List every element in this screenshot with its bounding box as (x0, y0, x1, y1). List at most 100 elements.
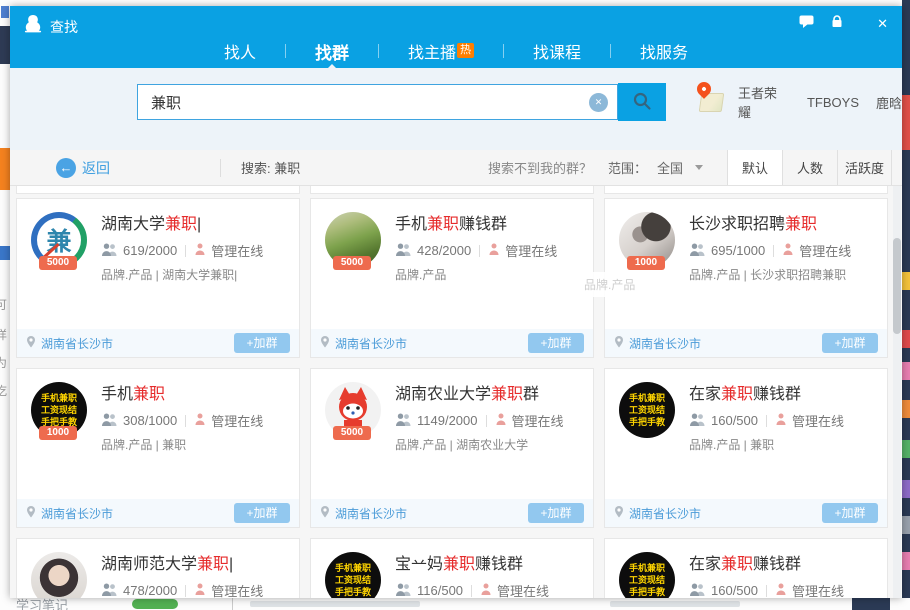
admin-icon (775, 413, 787, 428)
members-icon (395, 243, 412, 259)
divider (185, 245, 186, 257)
group-name: 长沙求职招聘兼职 (689, 210, 879, 234)
tab-find-streamers[interactable]: 找主播热 (406, 39, 476, 63)
member-count: 428/2000 (417, 243, 471, 258)
background-artifact (902, 362, 910, 380)
hot-badge: 热 (457, 43, 474, 58)
background-artifact (852, 598, 890, 610)
member-count: 695/1000 (711, 243, 765, 258)
divider (610, 44, 611, 58)
group-location: 湖南省长沙市 (614, 505, 701, 522)
avatar-wrap: 手机兼职 工资现结 手把手教 (325, 552, 381, 598)
tab-find-services[interactable]: 找服务 (638, 39, 690, 63)
group-location: 湖南省长沙市 (320, 505, 407, 522)
group-location: 湖南省长沙市 (614, 335, 701, 352)
tab-find-groups[interactable]: 找群 (313, 39, 351, 64)
group-card[interactable]: 手机兼职 工资现结 手把手教 在家兼职赚钱群 160/500 管理在线 (604, 368, 888, 528)
name-part: | (229, 556, 233, 573)
scrollbar-thumb[interactable] (893, 238, 901, 334)
name-part: 在家 (689, 386, 721, 403)
avatar-wrap: 1000 (619, 212, 675, 268)
join-group-button[interactable]: +加群 (822, 333, 878, 353)
back-button[interactable]: 返回 (56, 158, 110, 178)
group-card[interactable]: 手机兼职 工资现结 手把手教 1000 手机兼职 308/1000 管理在线 (16, 368, 300, 528)
join-group-button[interactable]: +加群 (528, 503, 584, 523)
admin-status: 管理在线 (512, 411, 564, 430)
divider (486, 415, 487, 427)
location-text: 湖南省长沙市 (41, 505, 113, 522)
group-card[interactable]: 5000 手机兼职赚钱群 428/2000 管理在线 品牌.产品 (310, 198, 594, 358)
tab-find-courses[interactable]: 找课程 (531, 39, 583, 63)
card-footer: 湖南省长沙市 +加群 (605, 499, 887, 527)
background-green-button (132, 599, 178, 609)
member-count: 308/1000 (123, 413, 177, 428)
background-artifact (902, 440, 910, 458)
name-highlight: 兼职 (721, 386, 753, 403)
scrollbar-track[interactable] (893, 186, 901, 598)
name-part: 赚钱群 (753, 556, 801, 573)
previous-card-stub (16, 186, 300, 194)
location-text: 湖南省长沙市 (335, 505, 407, 522)
cant-find-group-link[interactable]: 搜索不到我的群？ (488, 158, 592, 177)
group-stats: 160/500 管理在线 (689, 581, 879, 598)
sort-tab-members[interactable]: 人数 (782, 150, 837, 185)
hot-keyword[interactable]: TFBOYS (807, 95, 859, 110)
sort-tab-default[interactable]: 默认 (727, 150, 782, 185)
admin-status: 管理在线 (505, 241, 557, 260)
join-group-button[interactable]: +加群 (528, 333, 584, 353)
group-card[interactable]: 手机兼职 工资现结 手把手教 在家兼职赚钱群 160/500 管理在线 (604, 538, 888, 598)
tab-label: 找主播 (408, 45, 456, 62)
group-name: 湖南大学兼职| (101, 210, 291, 234)
name-highlight: 兼职 (443, 556, 475, 573)
card-content: 宝䒑妈兼职赚钱群 116/500 管理在线 品牌.产品 (395, 539, 593, 598)
group-location: 湖南省长沙市 (320, 335, 407, 352)
card-content: 手机兼职赚钱群 428/2000 管理在线 品牌.产品 (395, 199, 593, 283)
name-part: 宝䒑妈 (395, 556, 443, 573)
group-card[interactable]: 湖南师范大学兼职| 478/2000 管理在线 品牌.产品 (16, 538, 300, 598)
hot-keyword[interactable]: 王者荣耀 (738, 83, 790, 121)
magnifier-icon (632, 91, 652, 114)
avatar-text-line: 工资现结 (629, 574, 665, 586)
scope-dropdown[interactable]: 全国 (657, 158, 703, 177)
divider (503, 44, 504, 58)
search-section: 王者荣耀 TFBOYS 鹿晗 (10, 68, 902, 150)
join-group-button[interactable]: +加群 (234, 503, 290, 523)
background-text-fragment: 可 (0, 296, 7, 313)
search-input[interactable] (138, 85, 617, 119)
join-group-button[interactable]: +加群 (234, 333, 290, 353)
name-highlight: 兼职 (721, 556, 753, 573)
sort-tab-activity[interactable]: 活跃度 (837, 150, 892, 185)
lock-icon[interactable] (831, 15, 843, 33)
feedback-icon[interactable] (799, 15, 814, 33)
card-content: 湖南大学兼职| 619/2000 管理在线 品牌.产品 | 湖南大学兼职| (101, 199, 299, 283)
previous-card-stub (604, 186, 888, 194)
member-count: 160/500 (711, 583, 758, 598)
group-card[interactable]: 手机兼职 工资现结 手把手教 宝䒑妈兼职赚钱群 116/500 管理在线 (310, 538, 594, 598)
group-card[interactable]: 5000 湖南农业大学兼职群 1149/2000 管理在线 品牌.产品 | 湖南… (310, 368, 594, 528)
group-card[interactable]: 兼 5000 湖南大学兼职| 619/2000 管理在线 品牌.产品 | 湖南大… (16, 198, 300, 358)
results-area: 兼 5000 湖南大学兼职| 619/2000 管理在线 品牌.产品 | 湖南大… (10, 186, 902, 598)
background-bottom-strip: 学习笔记 (0, 598, 910, 610)
background-text-fragment: 为 (0, 354, 7, 371)
admin-status: 管理在线 (792, 411, 844, 430)
chevron-down-icon (695, 165, 703, 170)
name-part: 湖南农业大学 (395, 386, 491, 403)
close-button[interactable]: ✕ (877, 17, 888, 31)
admin-icon (782, 243, 794, 258)
member-count: 619/2000 (123, 243, 177, 258)
search-button[interactable] (618, 83, 666, 121)
group-card[interactable]: 1000 长沙求职招聘兼职 695/1000 管理在线 品牌.产品 | 长沙求职… (604, 198, 888, 358)
name-part: 长沙求职招聘 (689, 216, 785, 233)
hot-keyword[interactable]: 鹿晗 (876, 93, 902, 112)
background-artifact (902, 400, 910, 418)
tab-find-people[interactable]: 找人 (222, 39, 258, 63)
clear-search-icon[interactable] (589, 93, 608, 112)
capacity-badge: 1000 (39, 426, 77, 440)
avatar-text-line: 手机兼职 (335, 562, 371, 574)
members-icon (101, 413, 118, 429)
members-icon (689, 413, 706, 429)
join-group-button[interactable]: +加群 (822, 503, 878, 523)
card-footer: 湖南省长沙市 +加群 (311, 329, 593, 357)
nearby-map-icon[interactable] (694, 81, 726, 115)
location-text: 湖南省长沙市 (335, 335, 407, 352)
